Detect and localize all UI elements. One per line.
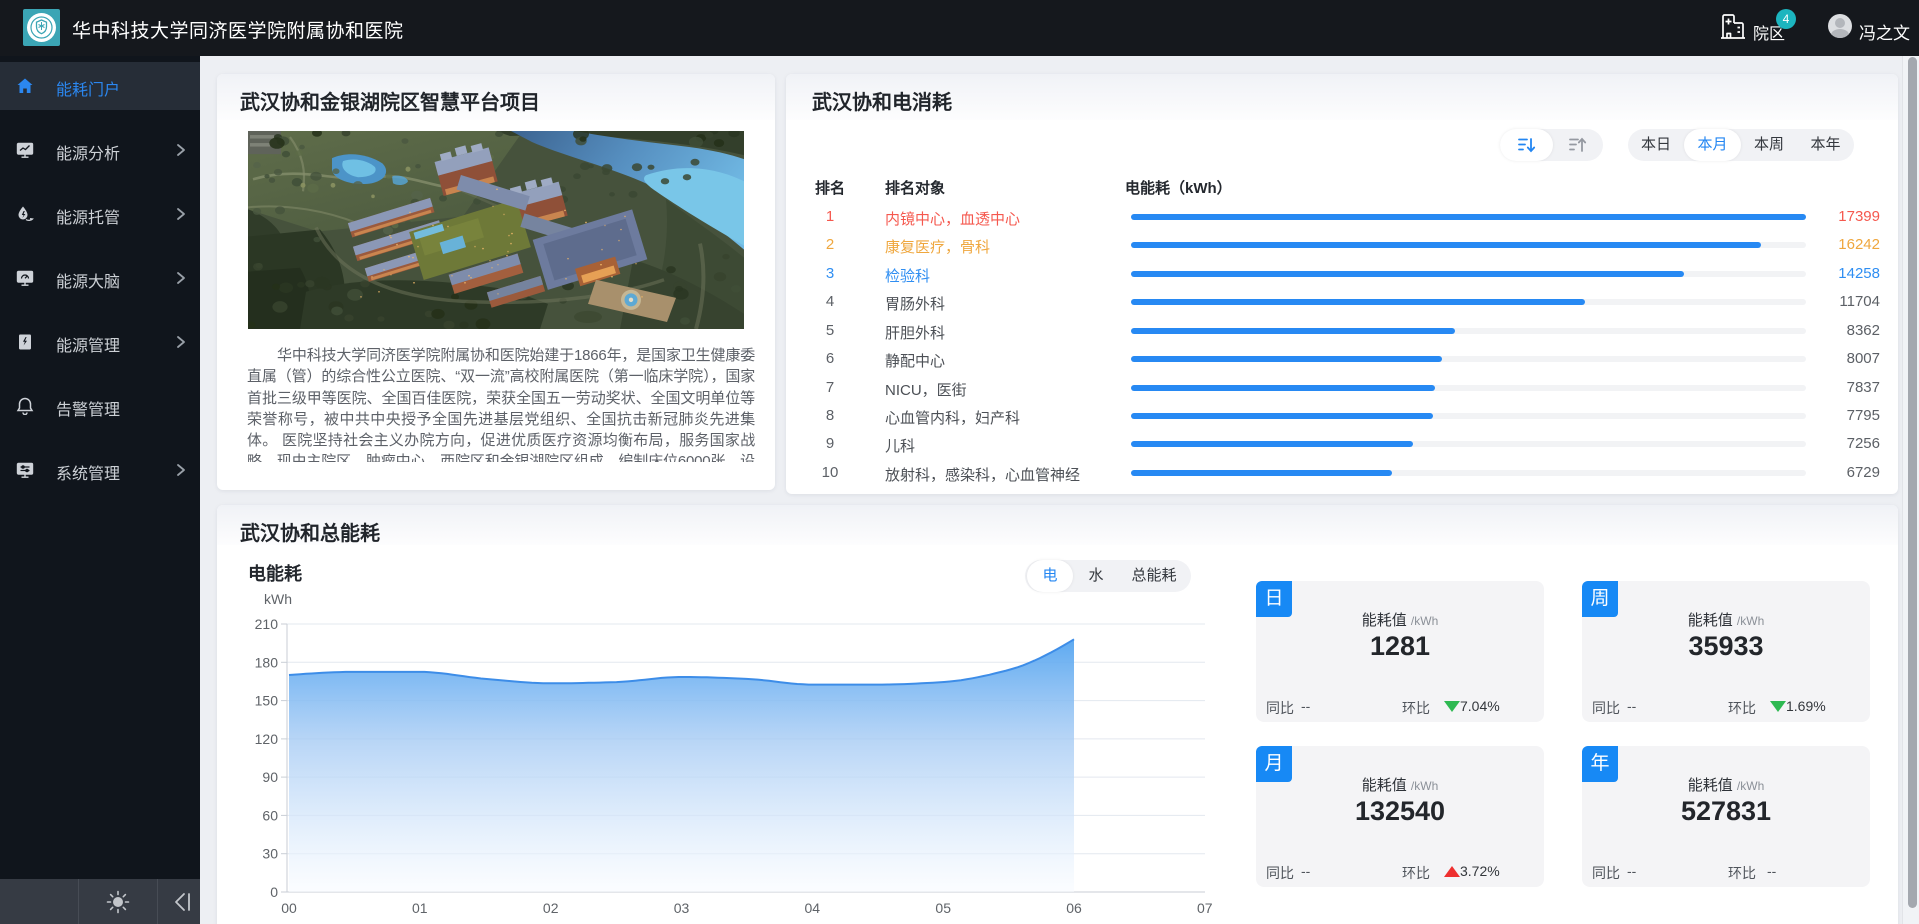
- svg-text:210: 210: [255, 616, 279, 632]
- svg-text:00: 00: [281, 900, 297, 916]
- svg-text:150: 150: [255, 693, 279, 709]
- svg-text:07: 07: [1197, 900, 1213, 916]
- svg-text:0: 0: [270, 884, 278, 900]
- svg-text:kWh: kWh: [264, 591, 292, 607]
- svg-text:02: 02: [543, 900, 559, 916]
- svg-text:01: 01: [412, 900, 428, 916]
- svg-text:120: 120: [255, 731, 279, 747]
- svg-text:04: 04: [805, 900, 821, 916]
- svg-text:60: 60: [262, 807, 278, 823]
- svg-text:30: 30: [262, 846, 278, 862]
- svg-text:90: 90: [262, 769, 278, 785]
- svg-text:05: 05: [935, 900, 951, 916]
- svg-text:06: 06: [1066, 900, 1082, 916]
- svg-text:180: 180: [255, 654, 279, 670]
- svg-text:03: 03: [674, 900, 690, 916]
